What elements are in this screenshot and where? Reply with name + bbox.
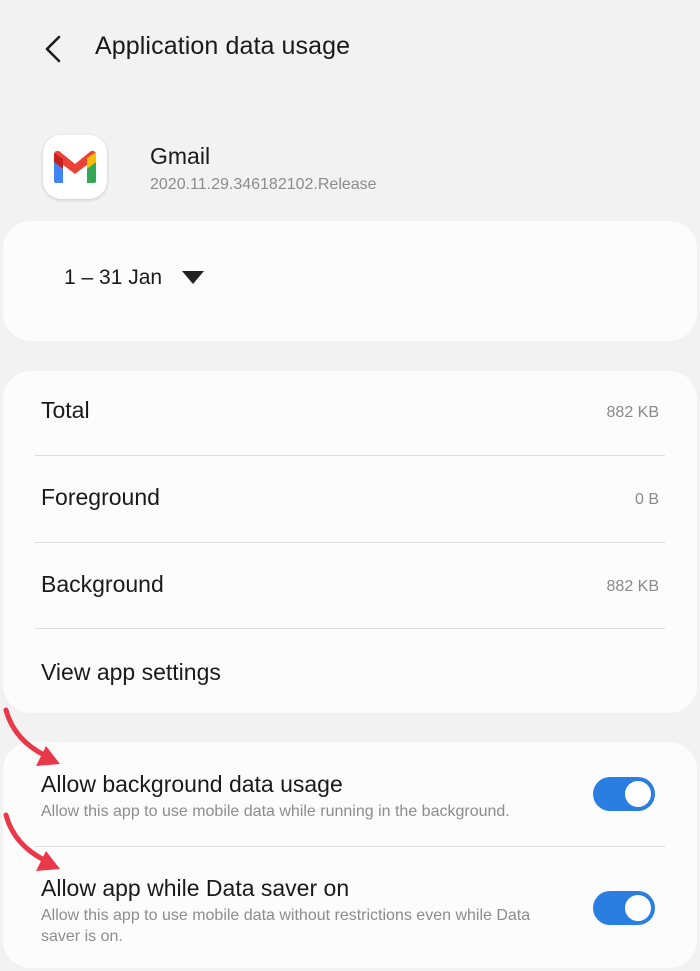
usage-row-label: Background <box>41 571 164 597</box>
view-app-settings-link[interactable]: View app settings <box>3 629 697 713</box>
page-title: Application data usage <box>95 32 351 60</box>
data-saver-switch[interactable] <box>593 891 655 925</box>
usage-card: Total 882 KB Foreground 0 B Background 8… <box>3 371 697 713</box>
toggle-description: Allow this app to use mobile data while … <box>41 803 510 820</box>
app-version: 2020.11.29.346182102.Release <box>150 176 377 193</box>
background-data-switch[interactable] <box>593 777 655 811</box>
usage-row-label: Total <box>41 397 90 423</box>
usage-row-foreground[interactable]: Foreground 0 B <box>3 456 697 542</box>
back-button[interactable] <box>30 26 76 72</box>
toggle-row-background-data[interactable]: Allow background data usage Allow this a… <box>3 742 697 846</box>
usage-row-value: 0 B <box>634 491 659 508</box>
toggle-row-data-saver[interactable]: Allow app while Data saver on Allow this… <box>3 847 697 968</box>
header: Application data usage <box>0 0 700 100</box>
date-range-card: 1 – 31 Jan <box>3 221 697 341</box>
view-app-settings-label: View app settings <box>41 659 221 685</box>
usage-row-label: Foreground <box>41 484 160 510</box>
gmail-icon <box>43 135 107 199</box>
toggle-title: Allow app while Data saver on <box>41 875 350 901</box>
usage-row-value: 882 KB <box>606 404 659 421</box>
app-name: Gmail <box>150 143 211 169</box>
date-range-dropdown[interactable]: 1 – 31 Jan <box>64 266 205 290</box>
toggle-title: Allow background data usage <box>41 771 343 797</box>
toggles-card: Allow background data usage Allow this a… <box>3 742 697 968</box>
date-range-label: 1 – 31 Jan <box>64 266 163 289</box>
chevron-left-icon <box>45 35 61 63</box>
usage-row-background[interactable]: Background 882 KB <box>3 543 697 629</box>
usage-row-total[interactable]: Total 882 KB <box>3 371 697 456</box>
dropdown-triangle-icon <box>182 271 205 284</box>
toggle-description: Allow this app to use mobile data withou… <box>41 907 531 945</box>
app-data-usage-screen: Application data usage Gmail 2020.11.29.… <box>0 0 700 971</box>
switch-knob <box>623 779 653 809</box>
usage-row-value: 882 KB <box>606 578 659 595</box>
switch-knob <box>623 893 653 923</box>
